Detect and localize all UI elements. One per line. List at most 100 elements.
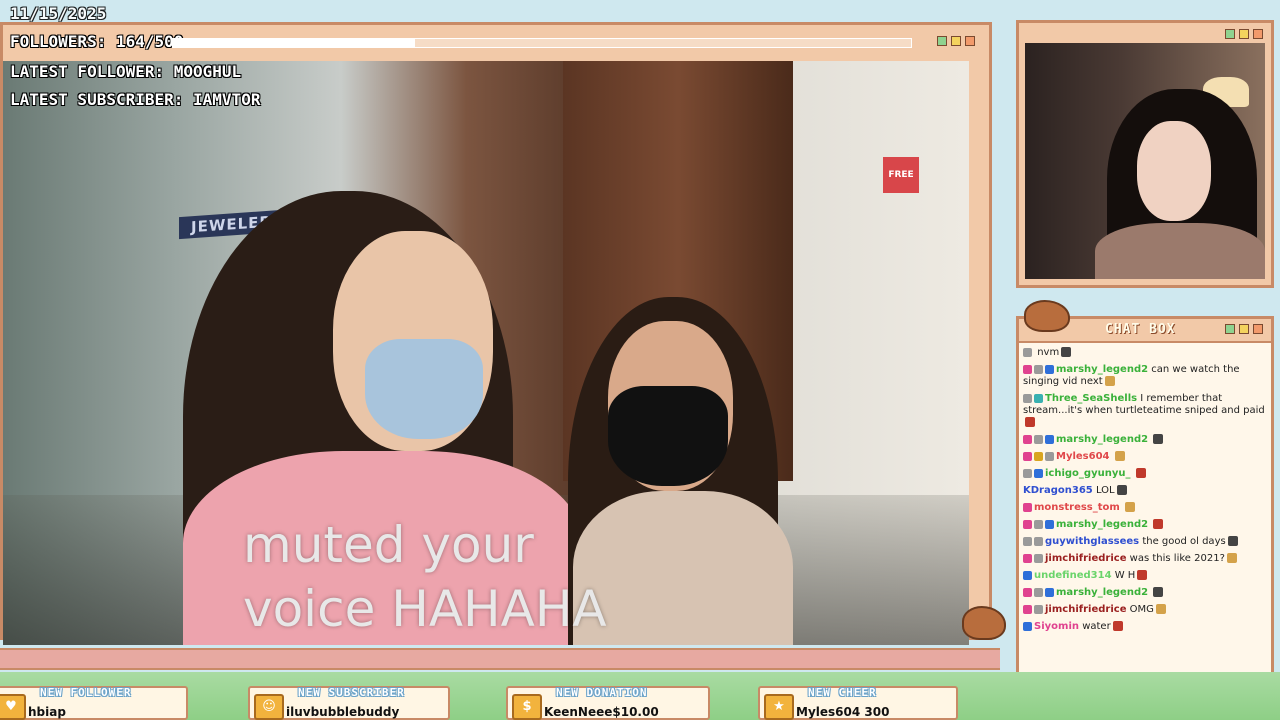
chat-badge-icon <box>1034 393 1043 403</box>
chat-badge-icon <box>1034 604 1043 614</box>
chat-username[interactable]: marshy_legend2 <box>1056 587 1148 598</box>
heart-icon: ♥ <box>0 694 26 720</box>
chat-message: Three_SeaShells I remember that stream..… <box>1023 393 1267 429</box>
followers-progress-fill <box>173 39 416 47</box>
chat-username[interactable]: Myles604 <box>1056 451 1110 462</box>
alert-value: iluvbubblebuddy <box>286 705 400 719</box>
chat-username[interactable]: jimchifriedrice <box>1045 604 1126 615</box>
chat-message: marshy_legend2 <box>1023 434 1267 446</box>
window-green-button <box>937 36 947 46</box>
chat-message: nvm <box>1023 347 1267 359</box>
chat-message: Myles604 <box>1023 451 1267 463</box>
window-orange-button <box>1253 324 1263 334</box>
chat-title: CHAT BOX <box>1105 322 1176 337</box>
chat-badge-icon <box>1023 553 1032 563</box>
chat-username[interactable]: guywithglassees <box>1045 536 1139 547</box>
chat-badge-icon <box>1023 434 1032 444</box>
chat-message-list[interactable]: nvm marshy_legend2 can we watch the singi… <box>1023 347 1267 681</box>
chat-badge-icon <box>1034 434 1043 444</box>
window-orange-button <box>965 36 975 46</box>
dollar-icon: $ <box>512 694 542 720</box>
chat-username[interactable]: Three_SeaShells <box>1045 393 1137 404</box>
chat-badge-icon <box>1023 604 1032 614</box>
video-caption: muted your voice HAHAHA <box>243 513 663 641</box>
alert-value: hbiap <box>28 705 66 719</box>
chat-message: ichigo_gyunyu_ <box>1023 468 1267 480</box>
chat-message: jimchifriedrice OMG <box>1023 604 1267 616</box>
alert-title: NEW DONATION <box>556 686 648 699</box>
chat-message: undefined314 W H <box>1023 570 1267 582</box>
chat-badge-icon <box>1034 364 1043 374</box>
chat-text: the good ol days <box>1142 536 1226 547</box>
chat-badge-icon <box>1034 451 1043 461</box>
chat-badge-icon <box>1034 519 1043 529</box>
blue-mask <box>365 339 483 439</box>
caption-line-1: muted your <box>243 516 534 574</box>
chat-badge-icon <box>1023 347 1032 357</box>
chat-message: marshy_legend2 <box>1023 519 1267 531</box>
followers-goal-label: FOLLOWERS: 164/500 <box>10 32 184 51</box>
chat-username[interactable]: ichigo_gyunyu_ <box>1045 468 1130 479</box>
chat-username[interactable]: marshy_legend2 <box>1056 364 1148 375</box>
emote-icon <box>1114 451 1125 461</box>
video-player: JEWELERS FREE muted your voice HAHAHA <box>3 61 969 645</box>
capybara-icon <box>962 606 1006 640</box>
chat-message: KDragon365 LOL <box>1023 485 1267 497</box>
chat-window-buttons <box>1225 324 1263 334</box>
chat-username[interactable]: undefined314 <box>1034 570 1112 581</box>
emote-icon <box>1135 468 1146 478</box>
chat-username[interactable]: marshy_legend2 <box>1056 434 1148 445</box>
black-mask <box>608 386 728 486</box>
chat-message: Siyomin water <box>1023 621 1267 633</box>
main-video-window: JEWELERS FREE muted your voice HAHAHA <box>0 22 992 645</box>
chat-badge-icon <box>1023 536 1032 546</box>
window-green-button <box>1225 324 1235 334</box>
chat-username[interactable]: Siyomin <box>1034 621 1079 632</box>
chat-text: W H <box>1114 570 1136 581</box>
emote-icon <box>1116 485 1127 495</box>
free-sign: FREE <box>883 157 919 193</box>
window-orange-button <box>1253 29 1263 39</box>
chat-text: OMG <box>1129 604 1154 615</box>
emote-icon <box>1153 434 1164 444</box>
webcam-window-buttons <box>1225 29 1263 39</box>
streamer-body <box>1095 223 1265 279</box>
chat-username[interactable]: marshy_legend2 <box>1056 519 1148 530</box>
chat-badge-icon <box>1045 434 1054 444</box>
chat-badge-icon <box>1045 519 1054 529</box>
chat-badge-icon <box>1023 570 1032 580</box>
latest-subscriber-label: LATEST SUBSCRIBER: IAMVTOR <box>10 90 261 109</box>
window-yellow-button <box>951 36 961 46</box>
person-icon: ☺ <box>254 694 284 720</box>
chat-badge-icon <box>1023 468 1032 478</box>
chat-badge-icon <box>1045 451 1054 461</box>
new-donation-alert: $ NEW DONATION KeenNeee$10.00 <box>506 686 710 720</box>
emote-icon <box>1025 417 1035 427</box>
chat-username[interactable]: KDragon365 <box>1023 485 1093 496</box>
chat-message: guywithglassees the good ol days <box>1023 536 1267 548</box>
chat-text: LOL <box>1095 485 1115 496</box>
main-window-buttons <box>937 36 975 46</box>
alert-value: KeenNeee$10.00 <box>544 705 659 719</box>
chat-text: water <box>1082 621 1111 632</box>
chat-message: jimchifriedrice was this like 2021? <box>1023 553 1267 565</box>
chat-badge-icon <box>1023 364 1032 374</box>
emote-icon <box>1104 376 1115 386</box>
emote-icon <box>1155 604 1166 614</box>
chat-username[interactable]: monstress_tom <box>1034 502 1120 513</box>
chat-badge-icon <box>1034 468 1043 478</box>
chat-badge-icon <box>1023 393 1032 403</box>
chat-text: nvm <box>1037 347 1060 358</box>
new-follower-alert: ♥ NEW FOLLOWER hbiap <box>0 686 188 720</box>
emote-icon <box>1125 502 1136 512</box>
emote-icon <box>1112 621 1123 631</box>
star-icon: ★ <box>764 694 794 720</box>
chat-badge-icon <box>1034 536 1043 546</box>
chat-username[interactable]: jimchifriedrice <box>1045 553 1126 564</box>
stream-date: 11/15/2025 <box>10 4 107 23</box>
chat-message: monstress_tom <box>1023 502 1267 514</box>
chat-message: marshy_legend2 can we watch the singing … <box>1023 364 1267 388</box>
emote-icon <box>1061 347 1072 357</box>
window-yellow-button <box>1239 29 1249 39</box>
decorative-strip <box>0 648 1000 670</box>
